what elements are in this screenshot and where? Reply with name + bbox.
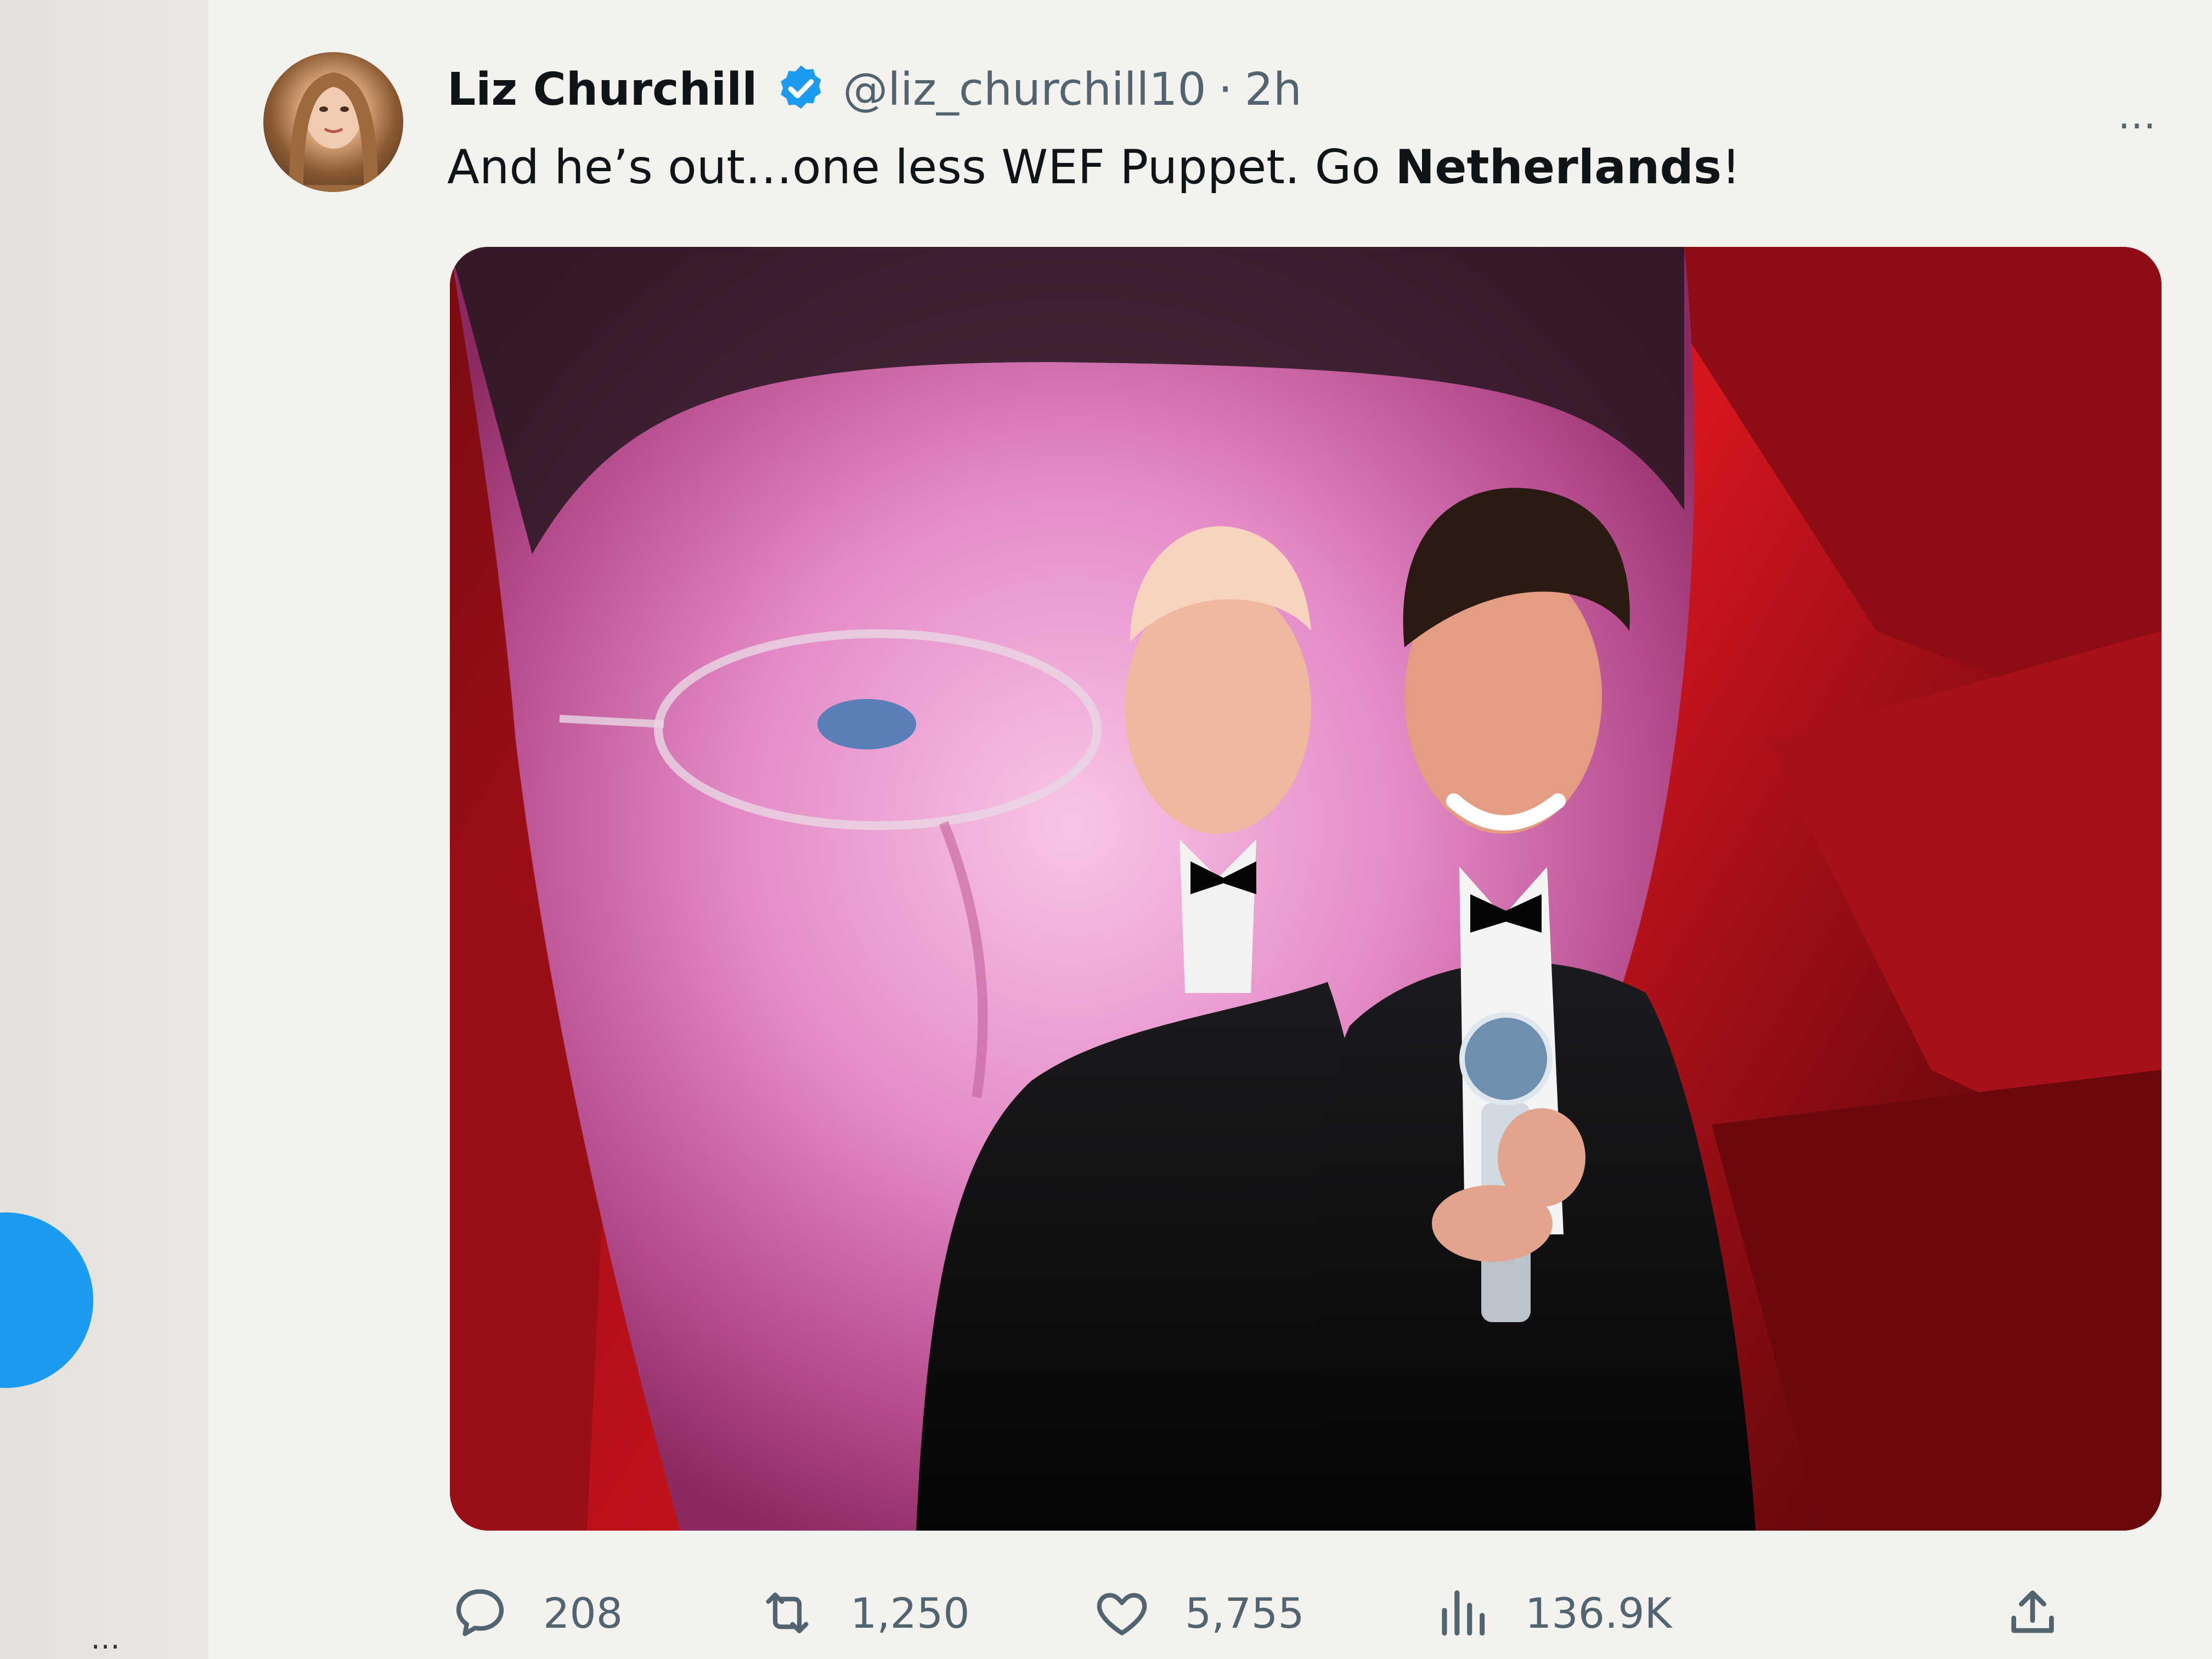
media-illustration	[450, 247, 2162, 1531]
share-button[interactable]	[2002, 1577, 2063, 1649]
share-icon	[2011, 1590, 2054, 1633]
tweet[interactable]: Liz Churchill @liz_churchill10 · 2h … An…	[208, 0, 2212, 1659]
tweet-media-image[interactable]	[450, 247, 2162, 1531]
retweet-button[interactable]: 1,250	[757, 1577, 970, 1649]
left-sidebar: …	[0, 0, 210, 1659]
views-button[interactable]: 136.9K	[1432, 1577, 1672, 1649]
tweet-text-bold: Netherlands	[1395, 140, 1722, 195]
tweet-text-part: And he’s out…one less WEF Puppet. Go	[447, 140, 1396, 195]
retweet-icon	[766, 1592, 809, 1634]
views-count: 136.9K	[1525, 1588, 1672, 1638]
verified-badge-icon	[781, 65, 821, 109]
views-icon	[1442, 1590, 1485, 1636]
avatar[interactable]	[263, 52, 403, 192]
tweet-header: Liz Churchill @liz_churchill10 · 2h	[447, 59, 1302, 120]
author-name[interactable]: Liz Churchill	[447, 64, 757, 116]
like-button[interactable]: 5,755	[1092, 1577, 1305, 1649]
action-bar: 208 1,250 5,755 136.9K	[450, 1577, 2085, 1649]
tweet-timestamp[interactable]: 2h	[1245, 64, 1302, 116]
reply-icon	[456, 1589, 504, 1637]
reply-button[interactable]: 208	[450, 1577, 623, 1649]
like-count: 5,755	[1185, 1588, 1305, 1638]
separator-dot: ·	[1218, 63, 1233, 116]
sidebar-more-icon[interactable]: …	[91, 1624, 121, 1654]
tweet-text: And he’s out…one less WEF Puppet. Go Net…	[447, 140, 1741, 195]
author-handle[interactable]: @liz_churchill10	[843, 64, 1206, 116]
like-icon	[1097, 1593, 1147, 1635]
reply-count: 208	[543, 1588, 623, 1638]
more-icon[interactable]: …	[2118, 96, 2156, 134]
retweet-count: 1,250	[850, 1588, 970, 1638]
tweet-text-end: !	[1722, 140, 1741, 195]
compose-button[interactable]	[0, 1212, 93, 1388]
